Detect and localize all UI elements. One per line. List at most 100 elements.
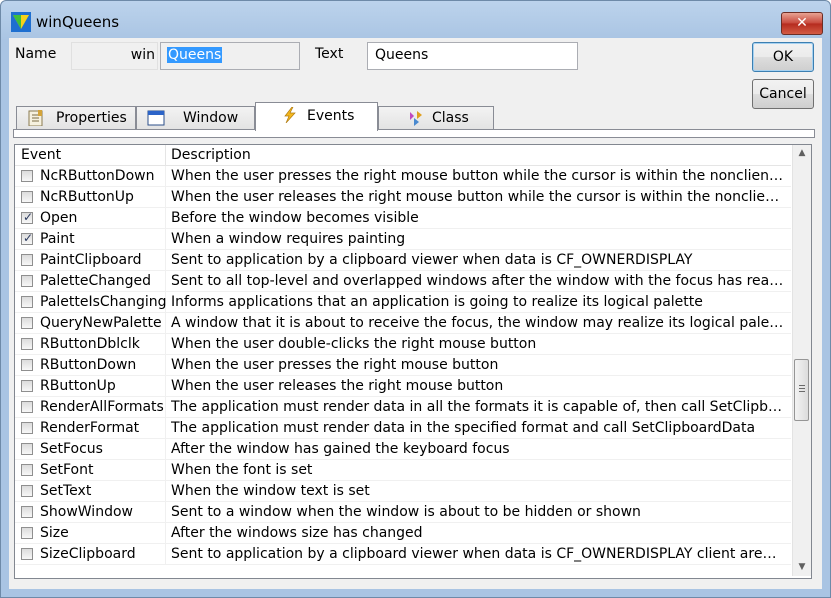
table-row[interactable]: PaletteChanged Sent to all top-level and … (15, 271, 791, 292)
event-checkbox[interactable] (21, 527, 33, 539)
table-row[interactable]: SetFont When the font is set (15, 460, 791, 481)
name-label: Name (15, 46, 57, 62)
table-row[interactable]: SetFocus After the window has gained the … (15, 439, 791, 460)
event-checkbox[interactable] (21, 191, 33, 203)
table-row[interactable]: ✓ Paint When a window requires painting (15, 229, 791, 250)
event-checkbox[interactable] (21, 359, 33, 371)
column-header-description[interactable]: Description (171, 147, 251, 163)
column-separator[interactable] (165, 145, 166, 165)
text-input[interactable]: Queens (367, 42, 578, 70)
scroll-thumb[interactable] (794, 359, 809, 421)
close-button[interactable]: ✕ (781, 12, 823, 35)
event-checkbox[interactable] (21, 422, 33, 434)
event-checkbox[interactable]: ✓ (21, 231, 33, 245)
dialog-window: winQueens ✕ Name win Queens Text Queens … (0, 0, 831, 598)
event-description: After the windows size has changed (171, 525, 423, 541)
name-input[interactable]: Queens (160, 42, 300, 70)
tab-properties[interactable]: Properties (16, 106, 136, 129)
table-row[interactable]: RenderAllFormats The application must ren… (15, 397, 791, 418)
event-name: Size (40, 525, 69, 541)
event-checkbox[interactable] (21, 296, 33, 308)
event-checkbox[interactable] (21, 254, 33, 266)
event-cell: SetText (15, 481, 166, 501)
event-checkbox[interactable] (21, 548, 33, 560)
event-description: When the user releases the right mouse b… (171, 189, 785, 205)
table-row[interactable]: ShowWindow Sent to a window when the wind… (15, 502, 791, 523)
event-name: NcRButtonUp (40, 189, 134, 205)
tab-panel (13, 129, 815, 138)
event-cell: PaletteIsChanging (15, 292, 167, 312)
event-cell: NcRButtonDown (15, 166, 166, 186)
event-name: SizeClipboard (40, 546, 136, 562)
window-title: winQueens (36, 13, 120, 31)
event-checkbox[interactable] (21, 338, 33, 350)
event-description: After the window has gained the keyboard… (171, 441, 510, 457)
close-icon: ✕ (796, 15, 808, 31)
event-cell: RButtonDown (15, 355, 166, 375)
table-row[interactable]: RenderFormat The application must render … (15, 418, 791, 439)
tab-class[interactable]: Class (378, 106, 494, 129)
event-description: When the user releases the right mouse b… (171, 378, 504, 394)
events-grid[interactable]: Event Description NcRButtonDown When the … (14, 144, 812, 579)
name-input-value: Queens (167, 47, 223, 63)
event-name: ShowWindow (40, 504, 133, 520)
table-row[interactable]: RButtonDown When the user presses the rig… (15, 355, 791, 376)
event-name: RenderAllFormats (40, 399, 164, 415)
vertical-scrollbar[interactable]: ▲ ▼ (792, 145, 811, 576)
table-row[interactable]: PaletteIsChanging Informs applications th… (15, 292, 791, 313)
event-checkbox[interactable] (21, 485, 33, 497)
table-row[interactable]: RButtonDblclk When the user double-clicks… (15, 334, 791, 355)
event-name: SetFocus (40, 441, 103, 457)
event-description: The application must render data in all … (171, 399, 785, 415)
cancel-button[interactable]: Cancel (752, 79, 814, 109)
event-checkbox[interactable] (21, 464, 33, 476)
table-row[interactable]: SetText When the window text is set (15, 481, 791, 502)
event-checkbox[interactable] (21, 380, 33, 392)
tab-events[interactable]: Events (255, 102, 378, 131)
ok-button[interactable]: OK (752, 42, 814, 72)
event-cell: RButtonUp (15, 376, 166, 396)
event-checkbox[interactable] (21, 317, 33, 329)
table-row[interactable]: Size After the windows size has changed (15, 523, 791, 544)
column-header-event[interactable]: Event (21, 147, 61, 163)
scroll-down-arrow[interactable]: ▼ (793, 559, 811, 576)
event-checkbox[interactable] (21, 275, 33, 287)
event-checkbox[interactable] (21, 401, 33, 413)
tab-class-label: Class (432, 110, 469, 126)
table-row[interactable]: ✓ Open Before the window becomes visible (15, 208, 791, 229)
event-cell: RButtonDblclk (15, 334, 166, 354)
event-checkbox[interactable]: ✓ (21, 210, 33, 224)
event-description: When the user presses the right mouse bu… (171, 357, 499, 373)
event-checkbox[interactable] (21, 506, 33, 518)
tab-window[interactable]: Window (136, 106, 255, 129)
dialog-client-area: Name win Queens Text Queens OK Cancel Pr… (9, 38, 822, 589)
table-row[interactable]: NcRButtonDown When the user presses the r… (15, 166, 791, 187)
event-cell: SizeClipboard (15, 544, 166, 564)
thumb-grip (799, 388, 805, 389)
event-description: Informs applications that an application… (171, 294, 703, 310)
tab-window-label: Window (183, 110, 239, 126)
event-description: When a window requires painting (171, 231, 406, 247)
event-description: When the user double-clicks the right mo… (171, 336, 537, 352)
table-row[interactable]: SizeClipboard Sent to application by a cl… (15, 544, 791, 565)
event-checkbox[interactable] (21, 443, 33, 455)
event-cell: PaletteChanged (15, 271, 166, 291)
text-label: Text (315, 46, 344, 62)
event-name: RButtonDblclk (40, 336, 140, 352)
name-prefix-box: win (71, 42, 158, 70)
table-row[interactable]: QueryNewPalette A window that it is about… (15, 313, 791, 334)
event-name: Paint (40, 231, 75, 247)
table-row[interactable]: NcRButtonUp When the user releases the ri… (15, 187, 791, 208)
table-row[interactable]: PaintClipboard Sent to application by a c… (15, 250, 791, 271)
event-name: NcRButtonDown (40, 168, 155, 184)
grid-header: Event Description (15, 145, 791, 166)
event-name: SetText (40, 483, 92, 499)
event-description: When the window text is set (171, 483, 370, 499)
event-name: RButtonDown (40, 357, 137, 373)
event-cell: RenderAllFormats (15, 397, 166, 417)
event-checkbox[interactable] (21, 170, 33, 182)
scroll-up-arrow[interactable]: ▲ (793, 145, 811, 162)
table-row[interactable]: RButtonUp When the user releases the righ… (15, 376, 791, 397)
title-bar[interactable]: winQueens ✕ (1, 1, 830, 39)
class-icon (410, 111, 422, 126)
